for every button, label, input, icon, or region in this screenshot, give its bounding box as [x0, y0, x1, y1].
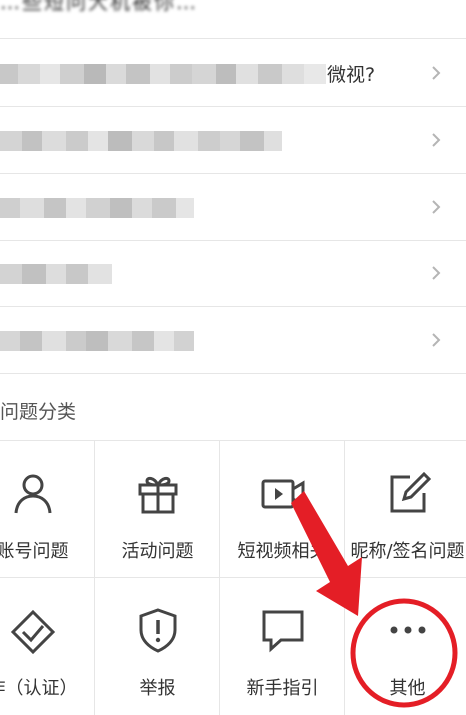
video-camera-icon — [261, 479, 304, 509]
category-verification[interactable]: 作（认证） — [0, 578, 95, 714]
faq-item-text: 微视? — [327, 64, 376, 86]
faq-item[interactable] — [0, 174, 466, 241]
user-icon — [14, 474, 51, 514]
chevron-right-icon — [432, 200, 441, 214]
faq-item[interactable] — [0, 240, 466, 307]
category-short-video[interactable]: 短视频相关 — [220, 441, 345, 577]
chevron-right-icon — [432, 266, 441, 280]
category-grid: 账号问题 活动问题 短视频相关 昵称/签名问题 作（认证） — [0, 440, 466, 715]
category-nickname[interactable]: 昵称/签名问题 — [345, 441, 466, 577]
faq-item[interactable] — [0, 307, 466, 374]
verify-diamond-icon — [10, 609, 55, 654]
chevron-right-icon — [432, 333, 441, 347]
section-title: 问题分类 — [0, 401, 77, 423]
category-activity[interactable]: 活动问题 — [95, 441, 220, 577]
category-label: 其他 — [389, 678, 426, 699]
category-beginner-guide[interactable]: 新手指引 — [220, 578, 345, 714]
faq-top-partial-row[interactable]: …些短问大机被你… — [0, 0, 466, 39]
category-label: 昵称/签名问题 — [350, 541, 465, 562]
gift-icon — [138, 476, 177, 514]
message-square-icon — [262, 610, 303, 653]
chevron-right-icon — [432, 133, 441, 147]
category-label: 新手指引 — [246, 678, 319, 699]
faq-top-partial-text: …些短问大机被你… — [0, 0, 198, 14]
faq-item[interactable]: 微视? — [0, 40, 466, 107]
shield-alert-icon — [139, 608, 176, 653]
pixelated-text — [0, 331, 194, 351]
pixelated-text — [0, 131, 282, 151]
category-other[interactable]: 其他 — [345, 578, 466, 714]
category-label: 举报 — [139, 678, 176, 699]
category-label: 短视频相关 — [237, 541, 328, 562]
pixelated-text — [0, 198, 194, 218]
pixelated-text — [0, 264, 112, 284]
more-dots-icon — [390, 626, 425, 634]
pixelated-text — [0, 64, 326, 84]
category-account[interactable]: 账号问题 — [0, 441, 95, 577]
chevron-right-icon — [432, 66, 441, 80]
faq-item[interactable] — [0, 107, 466, 174]
category-report[interactable]: 举报 — [95, 578, 220, 714]
category-label: 活动问题 — [121, 541, 194, 562]
edit-icon — [390, 471, 431, 513]
